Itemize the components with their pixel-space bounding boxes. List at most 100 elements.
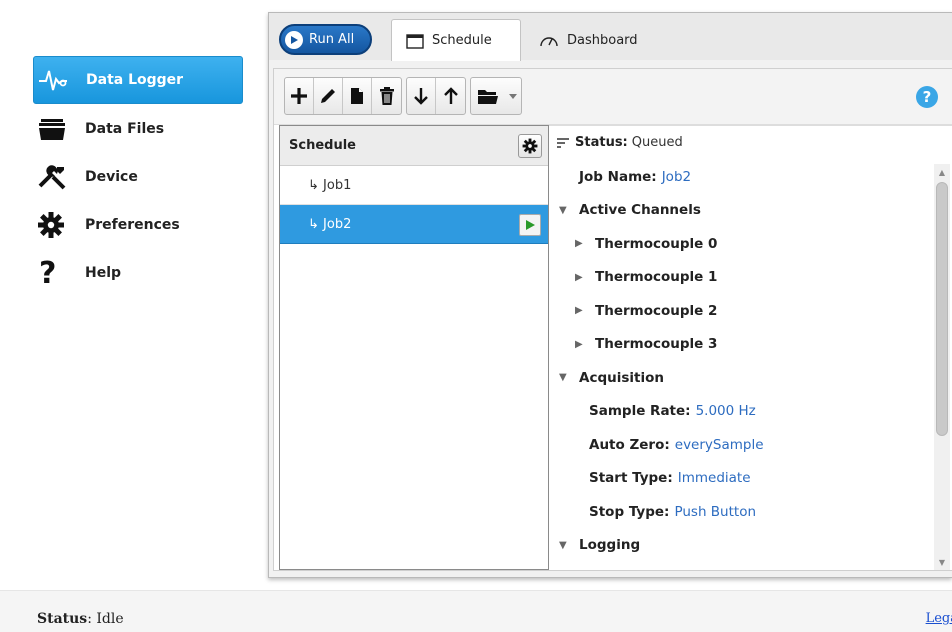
trash-icon (379, 87, 394, 105)
stop-type-value: Push Button (674, 503, 757, 520)
logging-node[interactable]: ▼ Logging (549, 529, 932, 563)
active-channels-node[interactable]: ▼ Active Channels (549, 194, 932, 228)
toolbar: ? (274, 69, 952, 125)
move-down-button[interactable] (407, 78, 436, 114)
delete-button[interactable] (372, 78, 401, 114)
tab-dashboard[interactable]: Dashboard (539, 19, 669, 61)
auto-zero-row: Auto Zero: everySample (549, 428, 932, 462)
auto-zero-value: everySample (674, 436, 764, 453)
start-type-label: Start Type: (589, 470, 673, 487)
tab-schedule-label: Schedule (432, 33, 492, 48)
sidebar-item-label: Preferences (85, 217, 180, 233)
job-label: ↳ Job1 (308, 177, 352, 193)
order-button-group (406, 77, 466, 115)
edit-button[interactable] (314, 78, 343, 114)
speedometer-icon (540, 37, 558, 47)
edit-icon (321, 89, 335, 103)
app-status-value: : Idle (87, 611, 124, 627)
folder-button[interactable] (471, 78, 505, 114)
move-up-button[interactable] (436, 78, 465, 114)
acquisition-label: Acquisition (579, 369, 664, 386)
sample-rate-label: Sample Rate: (589, 403, 691, 420)
job-row-job1[interactable]: ↳ Job1 (280, 166, 548, 205)
active-channels-label: Active Channels (579, 202, 701, 219)
job-label: ↳ Job2 (308, 216, 352, 232)
caret-right-icon: ▶ (575, 338, 583, 350)
scroll-down-icon[interactable]: ▼ (934, 554, 950, 570)
caret-right-icon: ▶ (575, 305, 583, 317)
app-status: Status: Idle (37, 611, 124, 627)
sidebar: Data Logger Data Files Device Preference… (33, 56, 243, 296)
sidebar-item-label: Help (85, 265, 122, 281)
tab-dashboard-label: Dashboard (567, 32, 638, 48)
details-scrollbar[interactable]: ▲ ▼ (934, 164, 950, 570)
status-label: Status: (575, 135, 628, 150)
play-icon (285, 30, 303, 49)
sidebar-item-label: Device (85, 169, 138, 185)
folder-dropdown[interactable] (470, 77, 522, 115)
tools-icon (37, 160, 75, 194)
copy-icon (351, 88, 363, 104)
help-button[interactable]: ? (916, 86, 938, 108)
gear-icon (522, 138, 538, 154)
chevron-down-icon (505, 78, 521, 114)
sample-rate-value: 5.000 Hz (695, 403, 756, 420)
status-bar: Status: Idle Lega (0, 590, 952, 632)
sidebar-item-data-files[interactable]: Data Files (33, 106, 243, 152)
sidebar-item-label: Data Files (85, 121, 165, 137)
add-icon (291, 88, 307, 104)
detail-tree: Job Name: Job2 ▼ Active Channels ▶ Therm… (549, 160, 932, 562)
channel-label: Thermocouple 0 (595, 235, 718, 252)
sidebar-item-help[interactable]: ? Help (33, 250, 243, 296)
arrow-down-icon (414, 88, 428, 105)
channel-label: Thermocouple 3 (595, 336, 718, 353)
sidebar-item-label: Data Logger (86, 72, 184, 88)
files-icon (37, 112, 75, 146)
schedule-settings-button[interactable] (518, 134, 542, 158)
job-status: Status: Queued (557, 135, 683, 150)
scrollbar-thumb[interactable] (936, 182, 948, 436)
folder-icon (478, 90, 498, 104)
edit-button-group (284, 77, 402, 115)
tab-bar: Run All Schedule Dashboard (269, 13, 952, 61)
play-icon (526, 220, 535, 230)
schedule-list: Schedule ↳ Job1 ↳ Job2 (279, 125, 549, 570)
channel-node-3[interactable]: ▶ Thermocouple 3 (549, 328, 932, 362)
job-name-row: Job Name: Job2 (549, 160, 932, 194)
waveform-icon (38, 63, 76, 97)
caret-down-icon: ▼ (559, 539, 567, 551)
schedule-header-label: Schedule (289, 138, 356, 153)
channel-label: Thermocouple 1 (595, 269, 718, 286)
channel-node-2[interactable]: ▶ Thermocouple 2 (549, 294, 932, 328)
calendar-icon (406, 33, 424, 49)
channel-node-1[interactable]: ▶ Thermocouple 1 (549, 261, 932, 295)
start-type-row: Start Type: Immediate (549, 462, 932, 496)
copy-button[interactable] (343, 78, 372, 114)
channel-label: Thermocouple 2 (595, 302, 718, 319)
run-all-button[interactable]: Run All (279, 24, 372, 55)
caret-down-icon: ▼ (559, 372, 567, 384)
run-all-label: Run All (309, 32, 355, 47)
schedule-content: ? Schedule ↳ Job1 ↳ Job2 Status: Queued … (273, 68, 952, 571)
tab-schedule[interactable]: Schedule (391, 19, 521, 61)
stop-type-label: Stop Type: (589, 503, 670, 520)
legal-link[interactable]: Lega (926, 611, 952, 626)
question-icon: ? (39, 255, 57, 291)
acquisition-node[interactable]: ▼ Acquisition (549, 361, 932, 395)
sidebar-item-preferences[interactable]: Preferences (33, 202, 243, 248)
sidebar-item-data-logger[interactable]: Data Logger (33, 56, 243, 104)
add-button[interactable] (285, 78, 314, 114)
caret-right-icon: ▶ (575, 238, 583, 250)
scroll-up-icon[interactable]: ▲ (934, 164, 950, 180)
job-name-label: Job Name: (579, 168, 657, 185)
sidebar-item-device[interactable]: Device (33, 154, 243, 200)
run-job-button[interactable] (519, 214, 541, 236)
gear-icon (37, 208, 75, 242)
status-value: Queued (631, 135, 683, 150)
arrow-up-icon (443, 87, 458, 104)
channel-node-0[interactable]: ▶ Thermocouple 0 (549, 227, 932, 261)
stop-type-row: Stop Type: Push Button (549, 495, 932, 529)
job-row-job2[interactable]: ↳ Job2 (280, 205, 548, 244)
job-name-value: Job2 (661, 168, 692, 185)
logging-label: Logging (579, 537, 641, 554)
